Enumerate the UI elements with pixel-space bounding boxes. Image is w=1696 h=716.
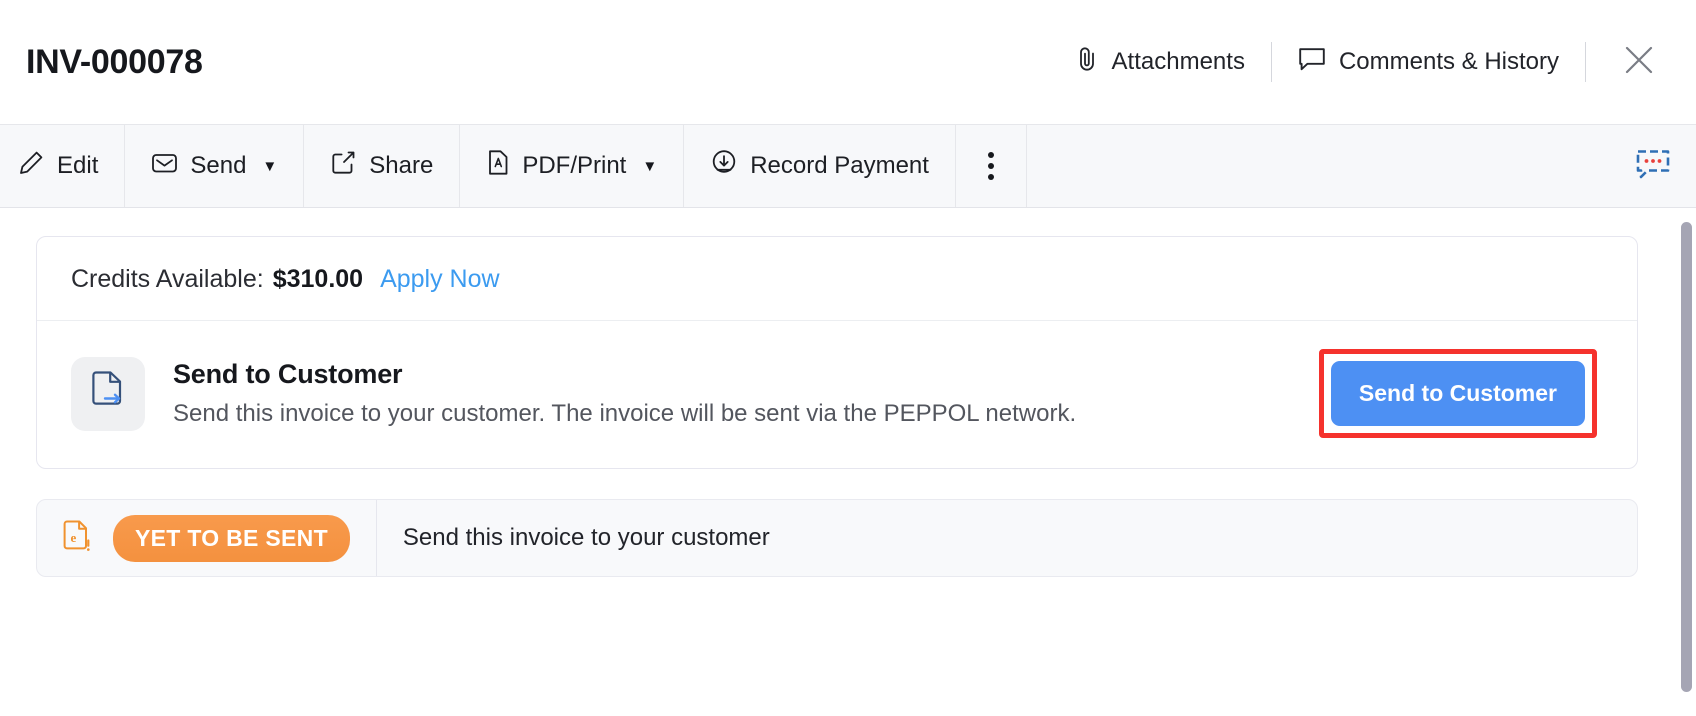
credits-available-row: Credits Available: $310.00 Apply Now — [37, 237, 1637, 321]
scrollbar-thumb[interactable] — [1681, 222, 1692, 692]
document-send-icon — [88, 369, 128, 418]
chat-annotation-icon — [1634, 147, 1672, 186]
status-badge-group: e YET TO BE SENT — [37, 500, 376, 576]
download-circle-icon — [710, 149, 738, 184]
more-actions-button[interactable] — [956, 125, 1027, 207]
comments-history-label: Comments & History — [1338, 48, 1559, 75]
status-badge: YET TO BE SENT — [113, 514, 350, 562]
send-to-customer-button[interactable]: Send to Customer — [1330, 361, 1585, 426]
attachments-label: Attachments — [1111, 48, 1245, 75]
header-divider — [1270, 42, 1272, 82]
pdf-print-button[interactable]: PDF/Print ▼ — [460, 125, 685, 207]
share-label: Share — [369, 152, 434, 179]
svg-text:e: e — [71, 530, 77, 545]
highlight-outline: Send to Customer — [1318, 349, 1597, 438]
send-label: Send — [190, 152, 247, 179]
share-icon — [330, 149, 357, 183]
send-to-customer-row: Send to Customer Send this invoice to yo… — [37, 321, 1637, 468]
envelope-icon — [151, 151, 178, 182]
einvoice-alert-icon: e — [63, 519, 91, 558]
kebab-menu-icon — [987, 152, 994, 180]
detail-header: INV-000078 Attachments Comments & Histor… — [0, 0, 1696, 124]
pencil-icon — [18, 149, 45, 183]
header-actions: Attachments Comments & History — [1061, 0, 1696, 124]
attachments-button[interactable]: Attachments — [1061, 45, 1261, 80]
credits-label: Credits Available: — [71, 265, 264, 293]
invoice-status-strip: e YET TO BE SENT Send this invoice to yo… — [36, 499, 1638, 577]
pdf-file-icon — [486, 149, 510, 183]
edit-label: Edit — [57, 152, 99, 179]
close-button[interactable] — [1596, 43, 1674, 82]
share-button[interactable]: Share — [304, 125, 461, 207]
vertical-scrollbar[interactable] — [1678, 208, 1696, 716]
chevron-down-icon-2: ▼ — [642, 157, 658, 175]
chevron-down-icon: ▼ — [262, 157, 278, 175]
status-message: Send this invoice to your customer — [402, 524, 770, 551]
credits-amount: $310.00 — [272, 265, 364, 293]
header-divider-2 — [1585, 42, 1586, 82]
close-icon — [1622, 43, 1656, 82]
send-section-description: Send this invoice to your customer. The … — [173, 400, 1077, 427]
comment-bubble-icon — [1298, 46, 1326, 79]
send-button[interactable]: Send ▼ — [125, 125, 305, 207]
record-payment-button[interactable]: Record Payment — [684, 125, 956, 207]
page-title: INV-000078 — [26, 43, 203, 81]
comments-history-button[interactable]: Comments & History — [1282, 46, 1575, 79]
send-to-customer-card: Credits Available: $310.00 Apply Now Sen… — [36, 236, 1638, 469]
document-send-icon-container — [71, 356, 145, 431]
pdf-print-label: PDF/Print — [522, 152, 627, 179]
annotation-button[interactable] — [1634, 125, 1696, 207]
record-payment-label: Record Payment — [750, 152, 929, 179]
detail-body: Credits Available: $310.00 Apply Now Sen… — [0, 208, 1696, 716]
send-to-customer-text: Send to Customer Send this invoice to yo… — [173, 359, 1319, 428]
apply-now-link[interactable]: Apply Now — [380, 265, 500, 294]
action-toolbar: Edit Send ▼ Share PDF/Print ▼ Record Pay… — [0, 124, 1696, 208]
send-section-title: Send to Customer — [173, 359, 403, 389]
paperclip-icon — [1077, 45, 1099, 80]
edit-button[interactable]: Edit — [0, 125, 126, 207]
